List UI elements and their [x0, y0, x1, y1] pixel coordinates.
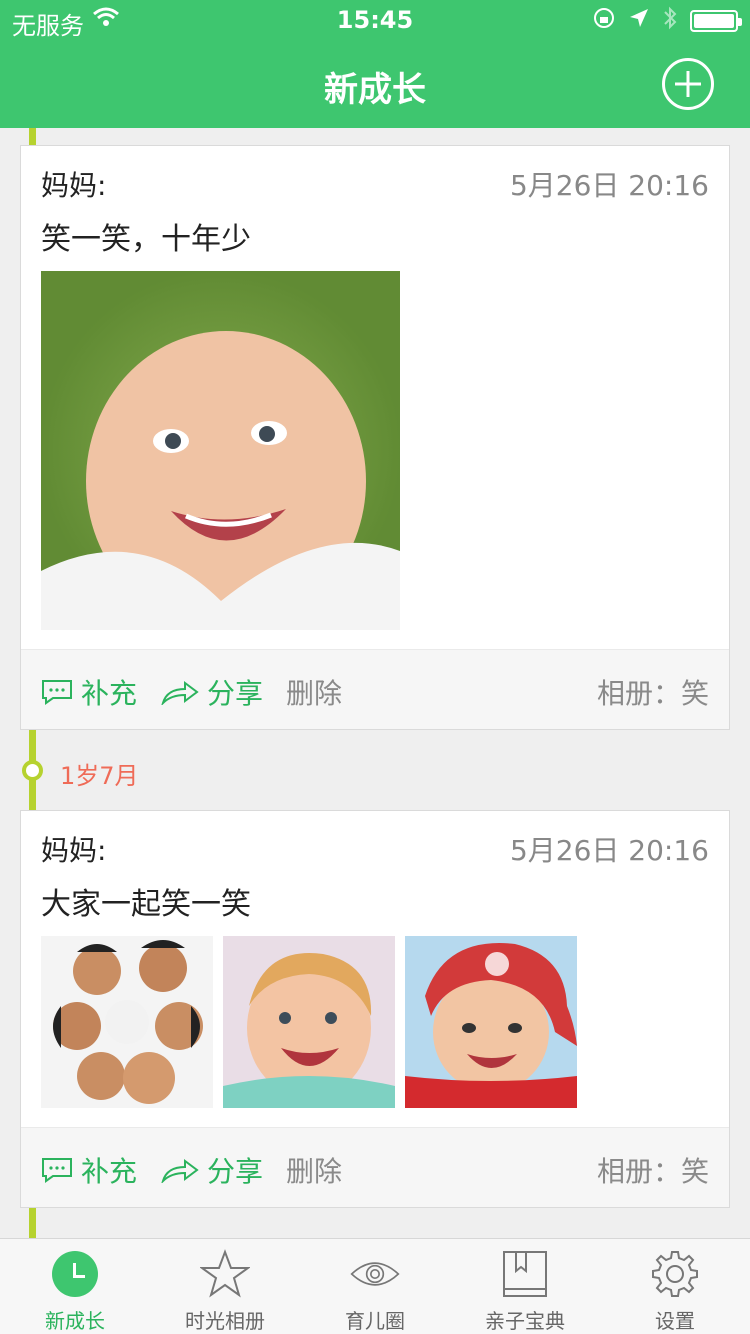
gear-icon [650, 1249, 700, 1299]
tab-time-album[interactable]: 时光相册 [150, 1249, 300, 1334]
share-label: 分享 [207, 1155, 264, 1188]
add-post-button[interactable] [662, 58, 714, 110]
share-button[interactable]: 分享 [161, 1150, 263, 1190]
album-label: 相册：笑 [596, 1155, 709, 1188]
delete-label: 删除 [286, 1155, 343, 1188]
post-text: 大家一起笑一笑 [41, 887, 251, 922]
tab-label: 时光相册 [185, 1309, 265, 1333]
delete-label: 删除 [286, 677, 343, 710]
status-bar: 无服务 15:45 [0, 0, 750, 40]
post-date: 5月26日 20:16 [509, 834, 709, 867]
post-text: 笑一笑，十年少 [41, 222, 251, 257]
album-label: 相册：笑 [596, 677, 709, 710]
supplement-button[interactable]: 补充 [41, 672, 137, 712]
post-date: 5月26日 20:16 [509, 169, 709, 202]
timeline-dot [22, 760, 43, 781]
location-icon [628, 7, 650, 35]
supplement-button[interactable]: 补充 [41, 1150, 137, 1190]
tab-new-growth[interactable]: 新成长 [0, 1249, 150, 1334]
star-icon [200, 1249, 250, 1299]
delete-button[interactable]: 删除 [286, 672, 342, 712]
rotation-lock-icon [592, 6, 616, 36]
share-button[interactable]: 分享 [161, 672, 263, 712]
comment-icon [42, 1158, 72, 1183]
post-photo[interactable] [405, 936, 577, 1108]
comment-icon [42, 680, 72, 705]
supplement-label: 补充 [81, 677, 138, 710]
share-icon [161, 681, 199, 705]
timeline-age-label: 1岁7月 [60, 762, 139, 790]
post-photo[interactable] [41, 936, 213, 1108]
tab-label: 亲子宝典 [485, 1309, 565, 1333]
battery-icon [690, 10, 742, 32]
tab-label: 育儿圈 [345, 1309, 405, 1333]
share-icon [161, 1159, 199, 1183]
post-card: 妈妈: 5月26日 20:16 大家一起笑一笑 补充 分享 删除 相册：笑 [20, 810, 730, 1208]
post-photo[interactable] [223, 936, 395, 1108]
supplement-label: 补充 [81, 1155, 138, 1188]
clock-icon [52, 1251, 98, 1297]
tab-settings[interactable]: 设置 [600, 1249, 750, 1334]
post-actions-bar: 补充 分享 删除 相册：笑 [21, 649, 729, 729]
post-card: 妈妈: 5月26日 20:16 笑一笑，十年少 补充 分享 删除 相册：笑 [20, 145, 730, 730]
share-label: 分享 [207, 677, 264, 710]
status-icons [592, 6, 742, 36]
tab-label: 设置 [655, 1309, 695, 1333]
book-icon [500, 1249, 550, 1299]
post-author: 妈妈: [41, 834, 107, 867]
bluetooth-icon [662, 6, 678, 36]
app-header: 无服务 15:45 新成长 [0, 0, 750, 128]
delete-button[interactable]: 删除 [286, 1150, 342, 1190]
post-photo[interactable] [41, 271, 400, 630]
tab-bar: 新成长 时光相册 育儿圈 亲子宝典 设置 [0, 1238, 750, 1334]
page-title: 新成长 [324, 70, 426, 110]
post-actions-bar: 补充 分享 删除 相册：笑 [21, 1127, 729, 1207]
tab-parenting-circle[interactable]: 育儿圈 [300, 1249, 450, 1334]
tab-parenting-guide[interactable]: 亲子宝典 [450, 1249, 600, 1334]
eye-icon [350, 1249, 400, 1299]
post-author: 妈妈: [41, 169, 107, 202]
tab-label: 新成长 [45, 1309, 105, 1333]
